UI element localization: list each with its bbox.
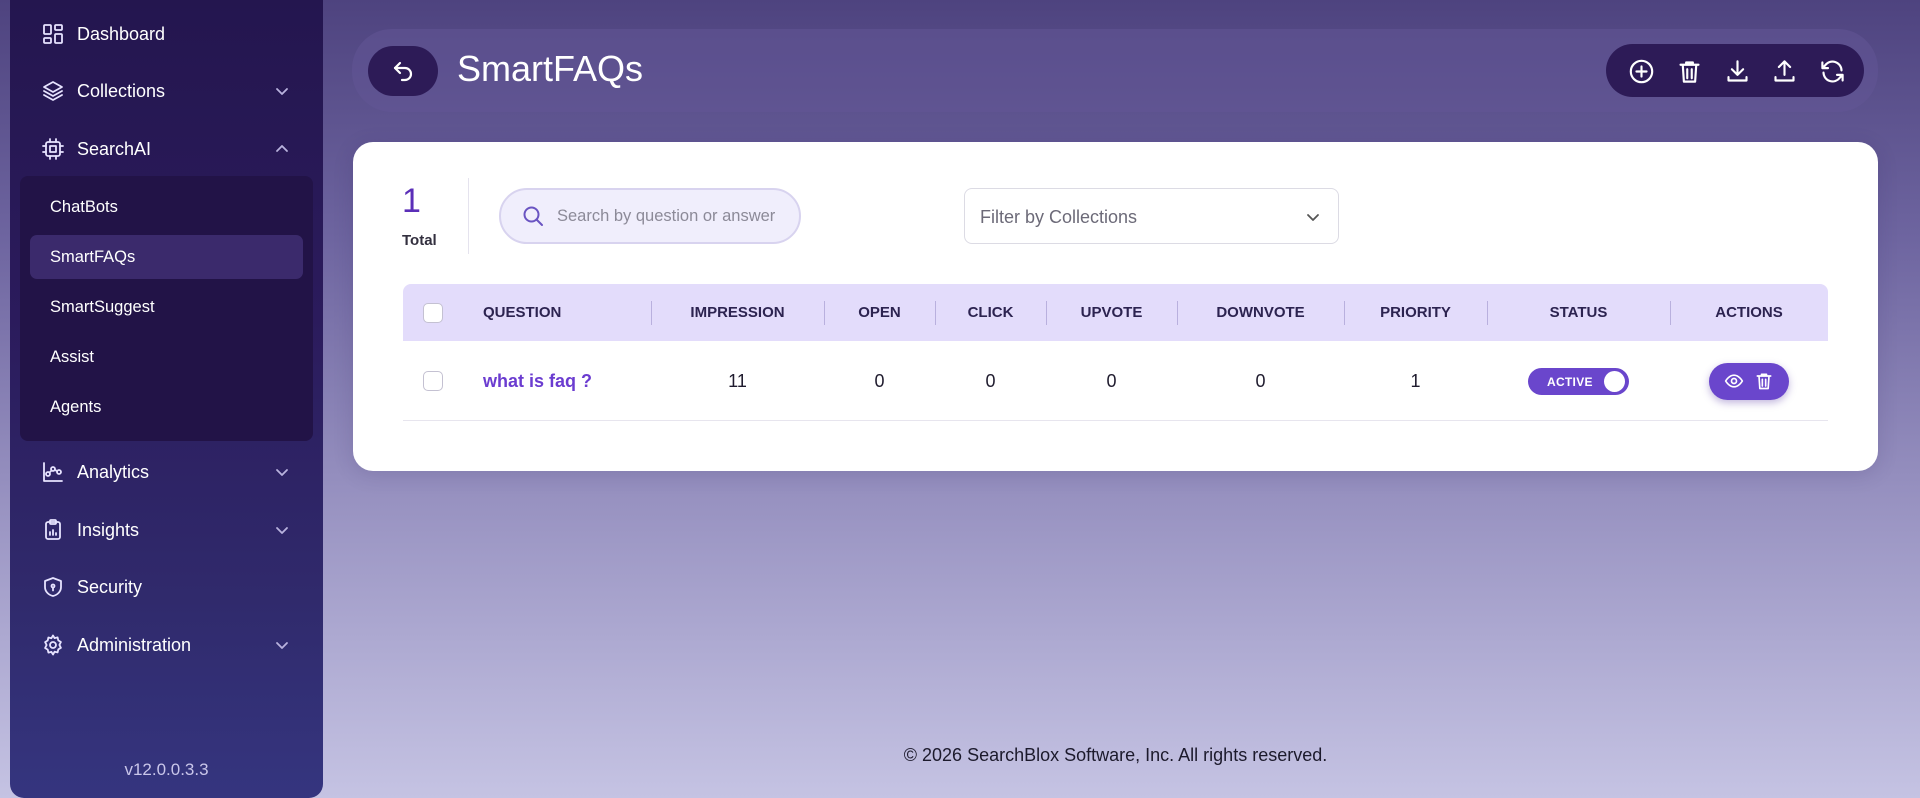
trash-icon <box>1678 60 1700 83</box>
sidebar-item-analytics[interactable]: Analytics <box>10 444 323 500</box>
chevron-down-icon <box>274 83 290 99</box>
row-checkbox[interactable] <box>423 371 443 391</box>
status-label: ACTIVE <box>1547 375 1593 389</box>
delete-button[interactable] <box>1753 370 1775 392</box>
upvote-value: 0 <box>1106 370 1117 391</box>
searchai-submenu: ChatBots SmartFAQs SmartSuggest Assist A… <box>20 176 313 441</box>
add-button[interactable] <box>1626 56 1656 86</box>
sidebar-item-label: Security <box>77 576 143 597</box>
search-field[interactable] <box>499 188 801 244</box>
add-icon <box>1629 59 1653 83</box>
layers-icon <box>40 78 66 104</box>
trash-icon <box>1756 373 1772 390</box>
faq-card: 1 Total Filter by Collections QUESTION I… <box>353 142 1878 471</box>
chevron-down-icon <box>1305 209 1321 225</box>
filter-collections-select[interactable]: Filter by Collections <box>964 188 1339 244</box>
submenu-item-smartfaqs[interactable]: SmartFAQs <box>30 235 303 279</box>
column-header-upvote[interactable]: UPVOTE <box>1046 284 1177 341</box>
impression-value: 11 <box>728 370 747 391</box>
click-value: 0 <box>985 370 996 391</box>
column-header-priority[interactable]: PRIORITY <box>1344 284 1487 341</box>
total-count: 1 <box>402 182 421 220</box>
gear-icon <box>40 632 66 658</box>
page-header: SmartFAQs <box>352 29 1878 112</box>
sidebar-item-label: Dashboard <box>77 23 166 44</box>
clipboard-chart-icon <box>40 517 66 543</box>
table-header: QUESTION IMPRESSION OPEN CLICK UPVOTE DO… <box>403 284 1828 341</box>
chevron-down-icon <box>274 522 290 538</box>
sidebar-item-security[interactable]: Security <box>10 559 323 615</box>
column-header-downvote[interactable]: DOWNVOTE <box>1177 284 1344 341</box>
sidebar-item-label: Analytics <box>77 461 150 482</box>
downvote-value: 0 <box>1255 370 1266 391</box>
filter-label: Filter by Collections <box>980 207 1138 227</box>
column-header-impression[interactable]: IMPRESSION <box>651 284 824 341</box>
search-input[interactable] <box>557 190 793 242</box>
search-icon <box>521 204 545 228</box>
sidebar-item-label: Insights <box>77 519 140 540</box>
download-icon <box>1726 59 1748 82</box>
open-value: 0 <box>874 370 885 391</box>
question-link[interactable]: what is faq ? <box>483 341 643 421</box>
refresh-icon <box>1820 60 1844 82</box>
eye-icon <box>1724 374 1744 388</box>
upload-icon <box>1773 59 1795 82</box>
submenu-item-chatbots[interactable]: ChatBots <box>30 185 303 229</box>
sidebar-item-dashboard[interactable]: Dashboard <box>10 6 323 62</box>
toggle-knob <box>1604 371 1625 392</box>
download-button[interactable] <box>1722 56 1752 86</box>
column-header-click[interactable]: CLICK <box>935 284 1046 341</box>
refresh-button[interactable] <box>1817 56 1847 86</box>
column-header-status: STATUS <box>1549 304 1608 321</box>
upload-button[interactable] <box>1769 56 1799 86</box>
sidebar-item-searchai[interactable]: SearchAI <box>10 121 323 177</box>
sidebar-item-collections[interactable]: Collections <box>10 63 323 119</box>
dashboard-icon <box>40 21 66 47</box>
row-actions <box>1709 363 1789 400</box>
divider <box>468 178 469 254</box>
total-label: Total <box>402 232 437 249</box>
submenu-item-agents[interactable]: Agents <box>30 385 303 429</box>
shield-icon <box>40 574 66 600</box>
chevron-down-icon <box>274 637 290 653</box>
priority-value: 1 <box>1410 370 1421 391</box>
footer-copyright: © 2026 SearchBlox Software, Inc. All rig… <box>903 745 1328 765</box>
chevron-down-icon <box>274 464 290 480</box>
column-header-open[interactable]: OPEN <box>824 284 935 341</box>
version-label: v12.0.0.3.3 <box>124 760 209 779</box>
sidebar-item-label: Administration <box>77 634 192 655</box>
analytics-icon <box>40 459 66 485</box>
status-toggle[interactable]: ACTIVE <box>1528 368 1629 395</box>
cpu-icon <box>40 136 66 162</box>
page-title: SmartFAQs <box>457 48 644 89</box>
back-button[interactable] <box>368 46 438 96</box>
sidebar-item-insights[interactable]: Insights <box>10 502 323 558</box>
sidebar-item-administration[interactable]: Administration <box>10 617 323 673</box>
submenu-item-assist[interactable]: Assist <box>30 335 303 379</box>
select-all-checkbox[interactable] <box>423 303 443 323</box>
delete-all-button[interactable] <box>1674 56 1704 86</box>
submenu-item-smartsuggest[interactable]: SmartSuggest <box>30 285 303 329</box>
back-arrow-icon <box>393 61 413 82</box>
chevron-up-icon <box>274 141 290 157</box>
column-header-actions: ACTIONS <box>1715 304 1783 321</box>
sidebar-item-label: Collections <box>77 80 166 101</box>
table-row: what is faq ? 11 0 0 0 0 1 ACTIVE <box>403 341 1828 421</box>
header-toolbar <box>1606 44 1864 97</box>
sidebar-item-label: SearchAI <box>77 138 152 159</box>
view-button[interactable] <box>1723 370 1745 392</box>
sidebar: Dashboard Collections SearchAI ChatBots … <box>10 0 323 798</box>
column-header-question[interactable]: QUESTION <box>483 284 643 341</box>
